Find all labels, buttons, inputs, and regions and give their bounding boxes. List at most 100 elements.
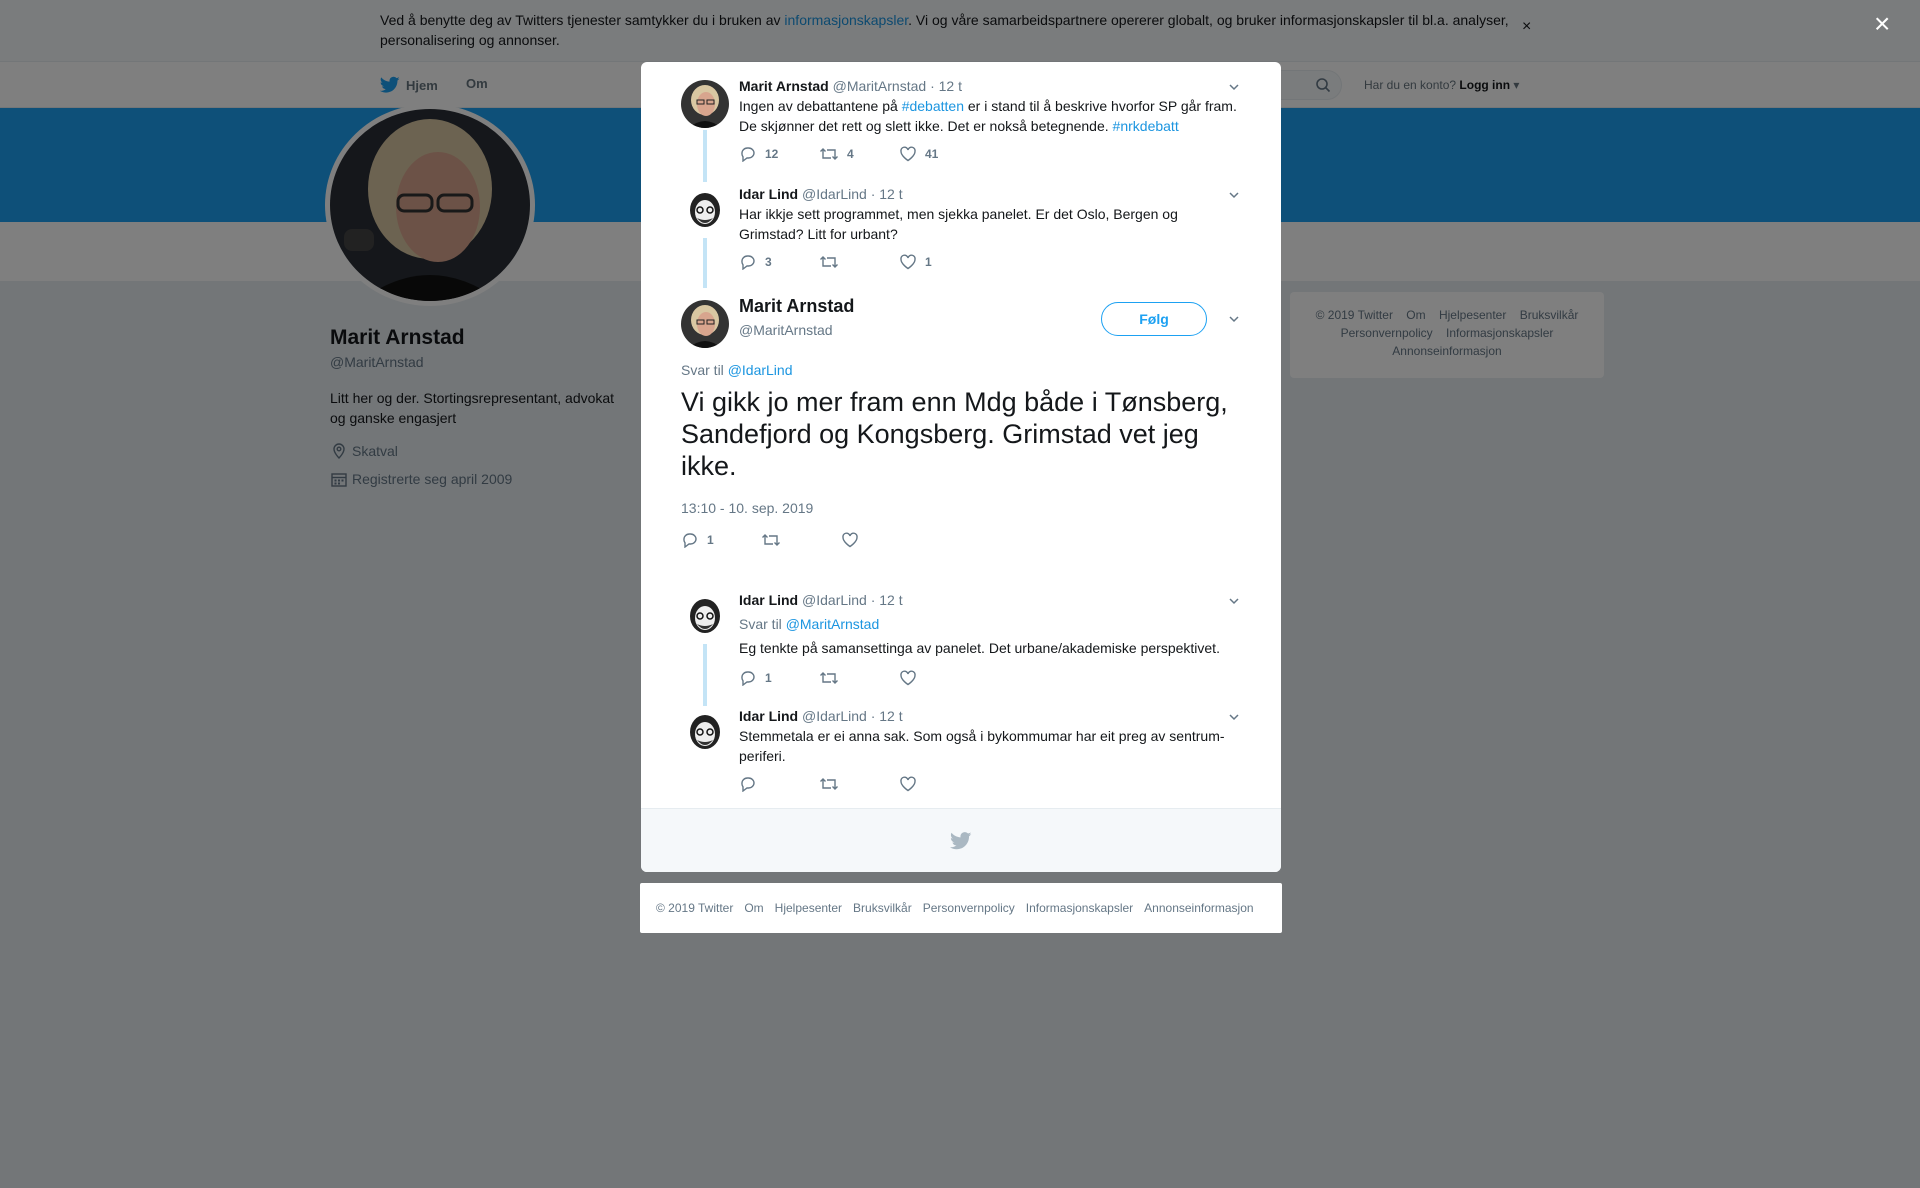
reply-context: Svar til @MaritArnstad <box>739 614 1241 634</box>
like-count: 1 <box>925 255 932 269</box>
footer-link[interactable]: © 2019 Twitter <box>656 901 733 915</box>
retweet-button[interactable] <box>819 670 899 686</box>
tweet-text: Har ikkje sett programmet, men sjekka pa… <box>739 206 1178 242</box>
tweet-text: Eg tenkte på samansettinga av panelet. D… <box>739 640 1220 656</box>
like-icon <box>900 254 916 270</box>
reply-icon <box>741 777 755 792</box>
tweet-actions <box>739 776 979 792</box>
retweet-icon <box>820 148 838 160</box>
tweet-time[interactable]: · 12 t <box>871 708 903 724</box>
tweet-timestamp[interactable]: 13:10 - 10. sep. 2019 <box>681 500 813 516</box>
reply-to-link[interactable]: @IdarLind <box>728 362 793 378</box>
thread-tweet[interactable]: Marit Arnstad @MaritArnstad · 12 t Ingen… <box>681 76 1241 182</box>
tweet-text: Stemmetala er ei anna sak. Som også i by… <box>739 728 1225 764</box>
reply-tweet[interactable]: Idar Lind @IdarLind · 12 t Svar til @Mar… <box>681 590 1241 710</box>
retweet-icon <box>820 256 838 268</box>
footer-link[interactable]: Hjelpesenter <box>775 901 842 915</box>
like-button[interactable] <box>899 670 979 686</box>
author-handle[interactable]: @MaritArnstad <box>833 78 927 94</box>
like-button[interactable]: 41 <box>899 146 979 162</box>
twitter-bird-icon <box>950 831 972 849</box>
reply-context: Svar til @IdarLind <box>681 360 793 380</box>
tweet-header: Idar Lind @IdarLind · 12 t <box>739 706 1241 726</box>
tweet-time[interactable]: · 12 t <box>930 78 962 94</box>
tweet-header: Marit Arnstad @MaritArnstad · 12 t <box>739 76 1241 96</box>
reply-button[interactable] <box>739 776 819 792</box>
reply-count: 3 <box>765 255 772 269</box>
like-icon <box>900 776 916 792</box>
author-name[interactable]: Marit Arnstad <box>739 78 829 94</box>
author-name[interactable]: Marit Arnstad <box>739 296 854 317</box>
footer-link[interactable]: Om <box>744 901 763 915</box>
avatar[interactable] <box>681 188 729 236</box>
reply-count: 1 <box>707 533 714 547</box>
reply-count: 12 <box>765 147 779 161</box>
retweet-icon <box>820 778 838 790</box>
reply-button[interactable]: 1 <box>681 532 761 548</box>
avatar[interactable] <box>681 300 729 348</box>
like-icon <box>842 532 858 548</box>
chevron-down-icon[interactable] <box>1227 80 1241 94</box>
tweet-time[interactable]: · 12 t <box>871 592 903 608</box>
retweet-icon <box>762 534 780 546</box>
reply-to-link[interactable]: @MaritArnstad <box>786 616 880 632</box>
footer-link[interactable]: Personvernpolicy <box>923 901 1015 915</box>
tweet-actions: 1 <box>739 670 979 686</box>
reply-prefix: Svar til <box>681 362 728 378</box>
like-button[interactable]: 1 <box>899 254 979 270</box>
reply-button[interactable]: 12 <box>739 146 819 162</box>
hashtag-link[interactable]: #debatten <box>902 98 964 114</box>
reply-icon <box>741 147 755 162</box>
reply-icon <box>683 533 697 548</box>
tweet-body: Marit Arnstad @MaritArnstad · 12 t Ingen… <box>739 76 1241 136</box>
retweet-button[interactable]: 4 <box>819 146 899 162</box>
footer-link[interactable]: Bruksvilkår <box>853 901 912 915</box>
author-handle[interactable]: @IdarLind <box>802 592 867 608</box>
thread-tweet[interactable]: Idar Lind @IdarLind · 12 t Har ikkje set… <box>681 184 1241 290</box>
reply-button[interactable]: 3 <box>739 254 819 270</box>
like-count: 41 <box>925 147 939 161</box>
tweet-body: Idar Lind @IdarLind · 12 t Har ikkje set… <box>739 184 1241 244</box>
close-icon[interactable]: × <box>1874 10 1890 38</box>
like-icon <box>900 146 916 162</box>
retweet-button[interactable] <box>761 532 841 548</box>
tweet-body: Idar Lind @IdarLind · 12 t Svar til @Mar… <box>739 590 1241 658</box>
retweet-button[interactable] <box>819 776 899 792</box>
tweet-actions: 1 <box>681 532 921 548</box>
main-tweet-text: Vi gikk jo mer fram enn Mdg både i Tønsb… <box>681 387 1228 481</box>
bottom-footer: © 2019 Twitter Om Hjelpesenter Bruksvilk… <box>640 883 1282 933</box>
footer-link[interactable]: Informasjonskapsler <box>1026 901 1133 915</box>
reply-prefix: Svar til <box>739 616 786 632</box>
reply-button[interactable]: 1 <box>739 670 819 686</box>
like-button[interactable] <box>841 532 921 548</box>
like-icon <box>900 670 916 686</box>
author-name[interactable]: Idar Lind <box>739 186 798 202</box>
avatar[interactable] <box>681 710 729 758</box>
chevron-down-icon[interactable] <box>1227 312 1241 326</box>
avatar[interactable] <box>681 80 729 128</box>
tweet-header: Idar Lind @IdarLind · 12 t <box>739 184 1241 204</box>
thread-line <box>703 130 707 182</box>
tweet-permalink-modal: Marit Arnstad @MaritArnstad · 12 t Ingen… <box>641 62 1281 872</box>
tweet-time[interactable]: · 12 t <box>871 186 903 202</box>
tweet-text: Ingen av debattantene på #debatten er i … <box>739 96 1241 136</box>
author-handle[interactable]: @IdarLind <box>802 708 867 724</box>
author-name[interactable]: Idar Lind <box>739 708 798 724</box>
follow-button[interactable]: Følg <box>1101 302 1207 336</box>
like-button[interactable] <box>899 776 979 792</box>
reply-icon <box>741 671 755 686</box>
tweet-header: Idar Lind @IdarLind · 12 t <box>739 590 1241 610</box>
author-name[interactable]: Idar Lind <box>739 592 798 608</box>
author-handle[interactable]: @IdarLind <box>802 186 867 202</box>
retweet-button[interactable] <box>819 254 899 270</box>
chevron-down-icon[interactable] <box>1227 594 1241 608</box>
chevron-down-icon[interactable] <box>1227 188 1241 202</box>
footer-link[interactable]: Annonseinformasjon <box>1144 901 1253 915</box>
thread-line <box>703 238 707 288</box>
tweet-actions: 12 4 41 <box>739 146 979 162</box>
author-handle[interactable]: @MaritArnstad <box>739 322 833 338</box>
avatar[interactable] <box>681 594 729 642</box>
reply-tweet[interactable]: Idar Lind @IdarLind · 12 t Stemmetala er… <box>681 706 1241 806</box>
hashtag-link[interactable]: #nrkdebatt <box>1113 118 1179 134</box>
chevron-down-icon[interactable] <box>1227 710 1241 724</box>
